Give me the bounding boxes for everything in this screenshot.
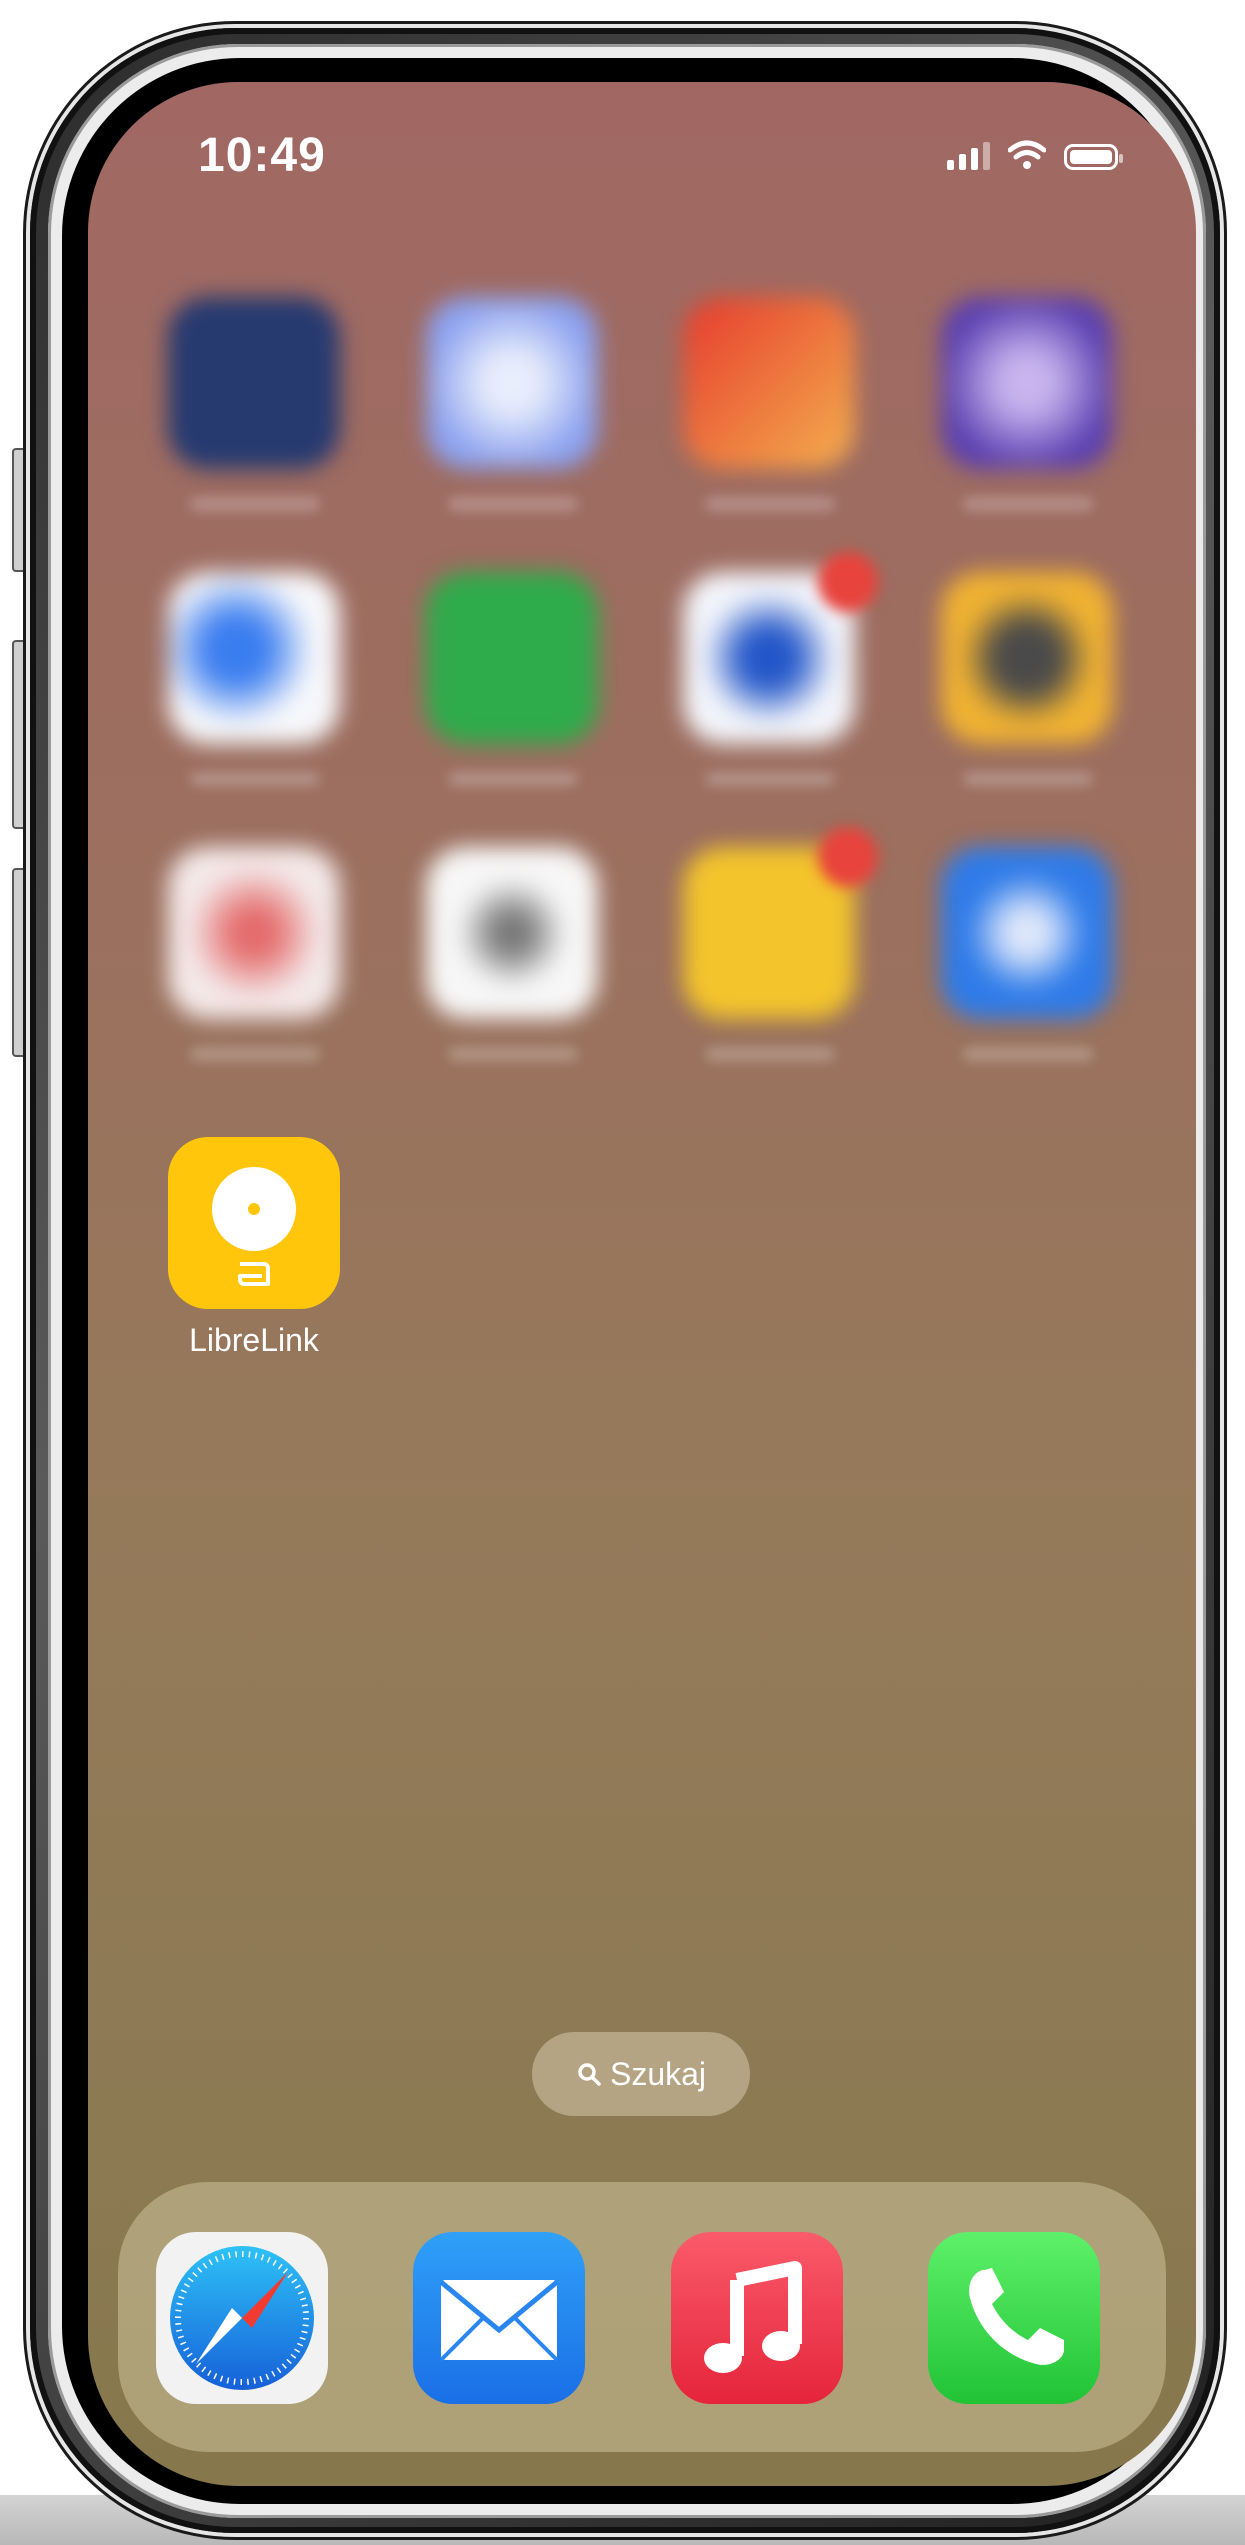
phone-app-icon[interactable] [928,2232,1100,2404]
blurred-app-icon [168,297,340,469]
compass-icon [170,2246,314,2390]
librelink-app-label: LibreLink [189,1322,319,1358]
status-bar: 10:49 [88,128,1196,188]
envelope-icon [439,2280,559,2362]
blurred-app-label [705,1047,835,1061]
cellular-signal-icon [947,140,990,170]
volume-up-button [12,640,30,829]
music-note-icon [704,2261,802,2373]
blurred-app-icon [426,847,598,1019]
music-app-icon[interactable] [671,2232,843,2404]
blurred-notification-badge [818,552,878,612]
blurred-app-label [448,497,578,511]
action-button [12,448,30,572]
blurred-app-icon [941,297,1113,469]
status-icons [947,140,1123,170]
blurred-app-label [705,772,835,786]
volume-down-button [12,868,30,1057]
blurred-app-icon [941,572,1113,744]
blurred-app-label [190,1047,320,1061]
blurred-app-label [190,497,320,511]
sensor-dot-icon [248,1203,260,1215]
mail-app-icon[interactable] [413,2232,585,2404]
wifi-icon [1008,140,1046,169]
blurred-app-label [448,1047,578,1061]
blurred-app-label [963,1047,1093,1061]
dock [118,2182,1166,2452]
home-screen: 10:49 LibreLink Szukaj [88,82,1196,2486]
blurred-app-icon [168,847,340,1019]
blurred-app-label [963,497,1093,511]
blurred-app-icon [426,572,598,744]
blurred-app-icon [168,572,340,744]
blurred-app-label [963,772,1093,786]
phone-handset-icon [969,2268,1064,2365]
clock: 10:49 [198,129,326,182]
search-label: Szukaj [609,2055,707,2092]
librelink-app-icon[interactable] [168,1137,340,1309]
blurred-app-label [705,497,835,511]
safari-app-icon[interactable] [156,2232,328,2404]
search-button[interactable]: Szukaj [532,2032,750,2116]
blurred-notification-badge [818,827,878,887]
blurred-app-icon [683,297,855,469]
sensor-disc-icon [212,1167,296,1251]
blurred-app-icon [426,297,598,469]
blurred-app-label [190,772,320,786]
blurred-app-label [448,772,578,786]
battery-icon [1064,144,1123,170]
abbott-logo-icon [238,1262,270,1286]
blurred-app-icon [941,847,1113,1019]
search-icon [578,2063,601,2086]
